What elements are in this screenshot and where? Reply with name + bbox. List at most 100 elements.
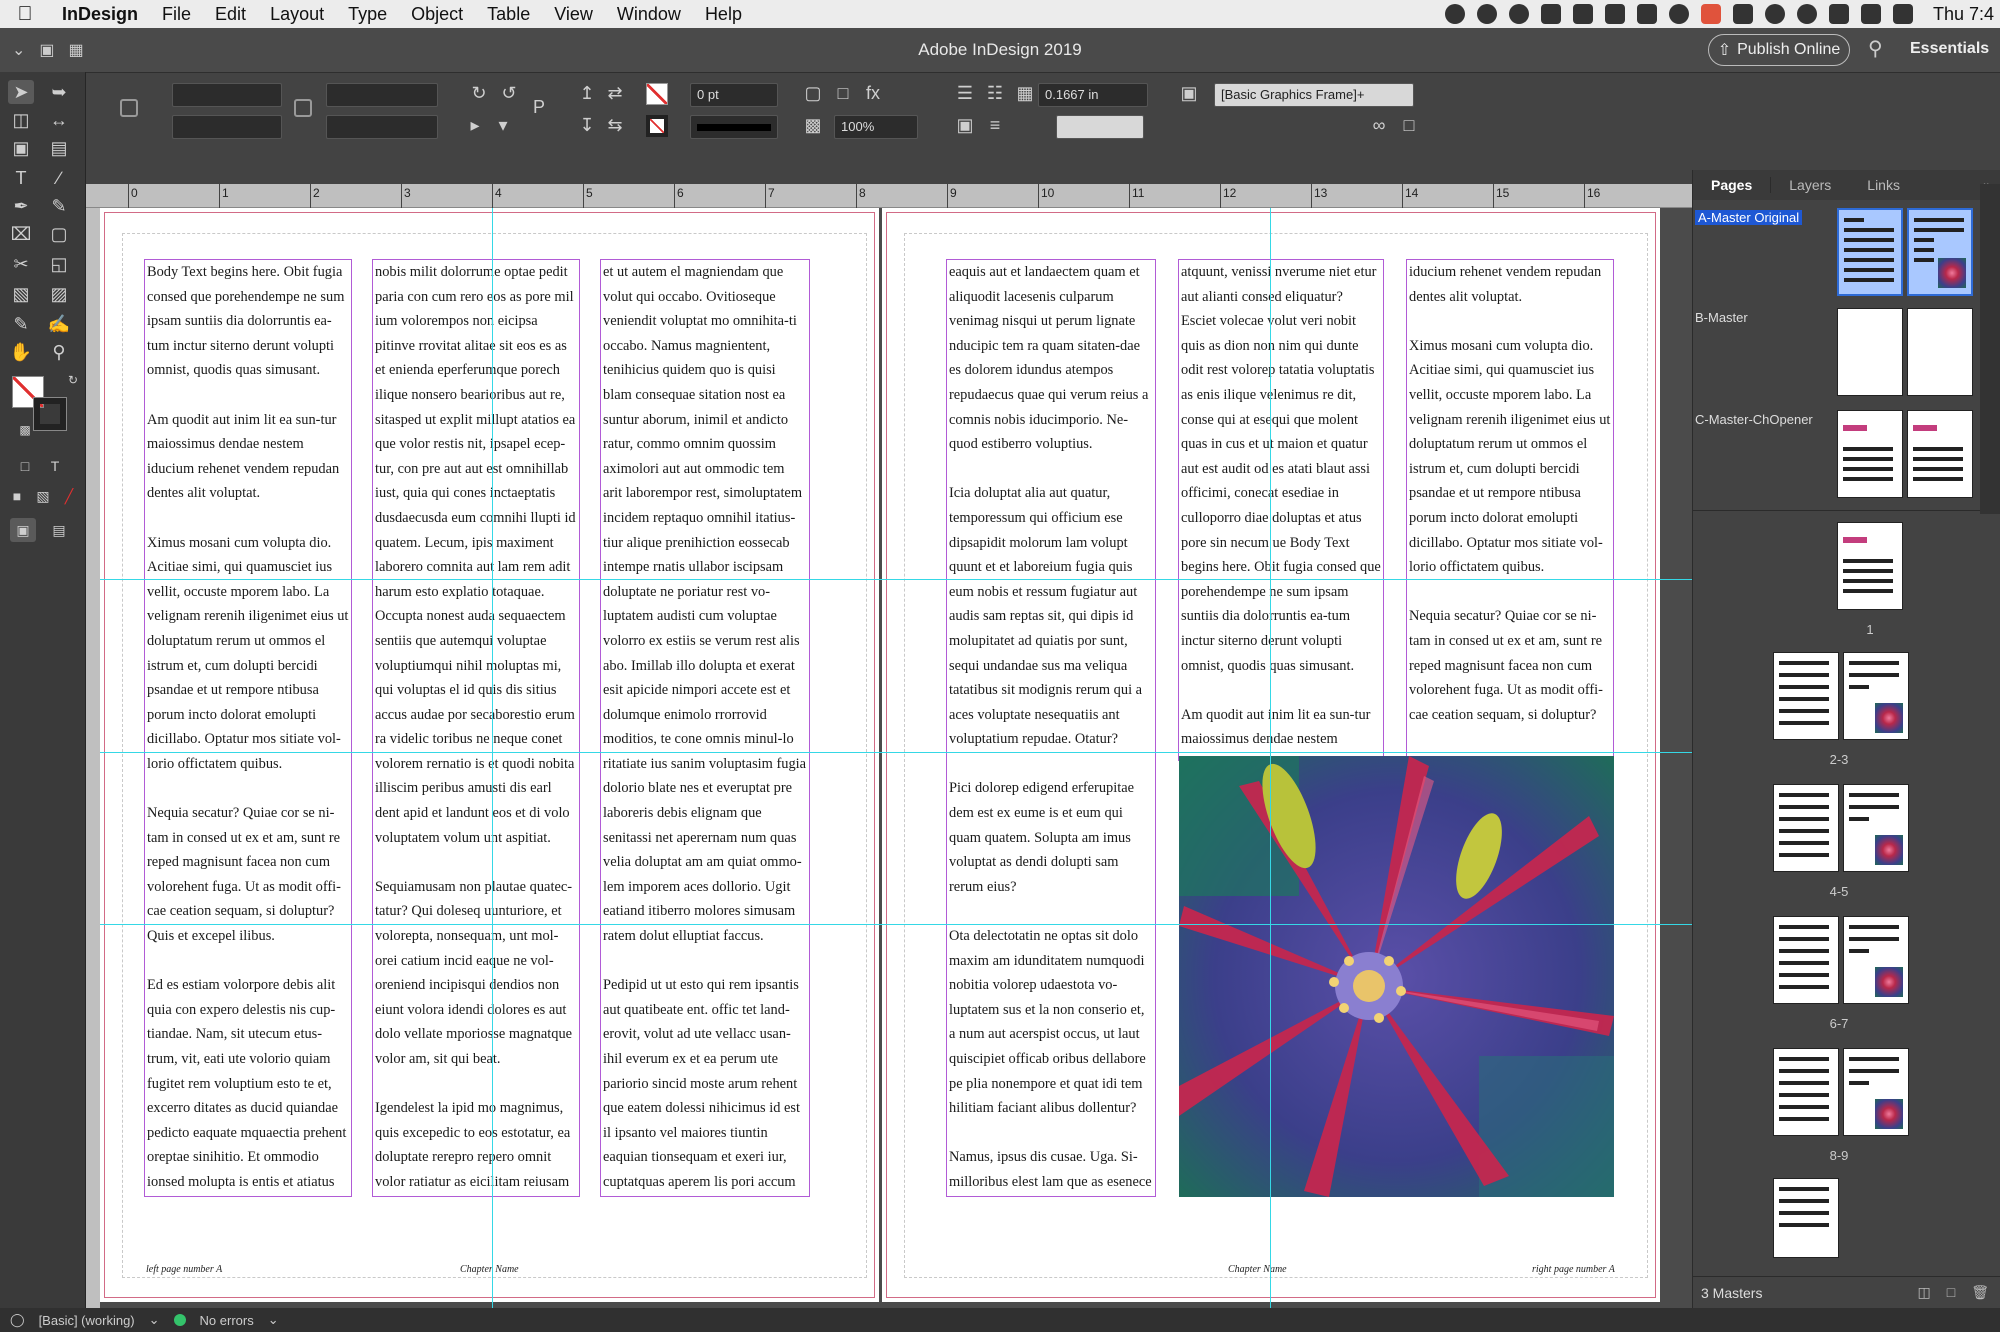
fitting-icon[interactable]: ▢ [800, 81, 826, 105]
page-tool-icon[interactable]: ◫ [8, 108, 34, 132]
document-page-thumb[interactable] [1843, 652, 1909, 740]
fill-swatch[interactable] [646, 83, 668, 105]
vertical-scrollbar[interactable] [1980, 184, 2000, 514]
page-10-thumb[interactable] [1773, 1178, 1839, 1258]
text-frame-col1[interactable]: Body Text begins here. Obit fugia consed… [144, 259, 352, 1197]
spread-4-5-thumb[interactable] [1773, 784, 1909, 872]
new-page-icon[interactable]: □ [1947, 1284, 1955, 1301]
chevron-down-icon[interactable]: ⌄ [149, 1312, 160, 1328]
gradient-swatch-tool-icon[interactable]: ▧ [8, 282, 34, 306]
stroke-type-field[interactable] [690, 115, 778, 139]
menu-type[interactable]: Type [336, 4, 399, 25]
page-1-thumb[interactable] [1837, 522, 1903, 610]
trash-icon[interactable]: 🗑 [1971, 1284, 1989, 1301]
publish-online-button[interactable]: ⇧ Publish Online [1708, 34, 1850, 66]
frame-style-icon[interactable]: ▣ [1176, 81, 1202, 105]
adobe-cc-icon[interactable] [1700, 4, 1721, 24]
lightbulb-icon[interactable]: ⚲ [1868, 36, 1883, 61]
preflight-profile[interactable]: [Basic] (working) [39, 1313, 135, 1328]
text-frame-col1[interactable]: eaquis aut et landaectem quam et aliquod… [946, 259, 1156, 1197]
opacity-icon[interactable]: ▩ [800, 113, 826, 137]
reference-point-icon[interactable] [120, 99, 138, 117]
normal-view-icon[interactable]: ▣ [10, 518, 36, 542]
menu-help[interactable]: Help [693, 4, 754, 25]
workspace-switcher[interactable]: Essentials [1910, 40, 1989, 58]
opacity-field[interactable]: 100% [834, 115, 918, 139]
content-collector-icon[interactable]: ▣ [8, 136, 34, 160]
document-page-thumb[interactable] [1773, 916, 1839, 1004]
constrain-proportions-icon[interactable] [294, 99, 312, 117]
corner-icon[interactable]: ▦ [1012, 81, 1038, 105]
ruler-guide[interactable] [100, 924, 1692, 925]
menu-edit[interactable]: Edit [203, 4, 258, 25]
x-field[interactable] [172, 83, 282, 107]
fitting-icon[interactable]: □ [830, 81, 856, 105]
vertical-ruler[interactable] [86, 208, 100, 1308]
document-page-thumb[interactable] [1773, 1178, 1839, 1258]
tray-icon[interactable] [1540, 4, 1561, 24]
document-page-thumb[interactable] [1773, 1048, 1839, 1136]
text-frame-col2[interactable]: atquunt, venissi nverume niet etur aut a… [1178, 259, 1384, 761]
tab-pages[interactable]: Pages [1693, 177, 1772, 193]
apply-color-icon[interactable]: ■ [4, 484, 30, 508]
preflight-errors[interactable]: No errors [200, 1313, 254, 1328]
select-content-icon[interactable]: ↧ [574, 113, 600, 137]
text-frame-col3[interactable]: iducium rehenet vendem repudan dentes al… [1406, 259, 1614, 761]
flip-vertical-icon[interactable]: ▾ [490, 113, 516, 137]
ruler-guide[interactable] [100, 752, 1692, 753]
stroke-weight-field[interactable]: 0 pt [690, 83, 778, 107]
rotate-icon[interactable]: ↻ [466, 81, 492, 105]
align-icon[interactable]: ▣ [952, 113, 978, 137]
document-page-thumb[interactable] [1837, 522, 1903, 610]
distribute-icon[interactable]: ≡ [982, 113, 1008, 137]
master-b-thumbs[interactable] [1837, 308, 1973, 396]
panel-divider[interactable] [1693, 510, 2000, 511]
content-placer-icon[interactable]: ▤ [46, 136, 72, 160]
free-transform-tool-icon[interactable]: ◱ [46, 252, 72, 276]
master-page-thumb[interactable] [1907, 308, 1973, 396]
gap-tool-icon[interactable]: ↔ [46, 108, 72, 132]
preflight-icon[interactable]: ◯ [10, 1312, 25, 1328]
master-page-thumb[interactable] [1907, 208, 1973, 296]
align-icon[interactable]: ☰ [952, 81, 978, 105]
wifi-icon[interactable] [1828, 4, 1849, 24]
selection-tool-icon[interactable]: ➤ [8, 80, 34, 104]
y-field[interactable] [172, 115, 282, 139]
text-frame-col3[interactable]: et ut autem el magniendam que volut qui … [600, 259, 810, 1197]
menu-view[interactable]: View [542, 4, 605, 25]
rotate-ccw-icon[interactable]: ↺ [496, 81, 522, 105]
tray-icon[interactable] [1604, 4, 1625, 24]
pasteboard[interactable]: Body Text begins here. Obit fugia consed… [100, 208, 1692, 1308]
offset-field[interactable]: 0.1667 in [1038, 83, 1148, 107]
rectangle-tool-icon[interactable]: ▢ [46, 222, 72, 246]
ruler-guide[interactable] [492, 208, 493, 1308]
chevron-down-icon[interactable]: ⌄ [268, 1312, 279, 1328]
pen-tool-icon[interactable]: ✒ [8, 194, 34, 218]
select-next-icon[interactable]: ⇆ [602, 113, 628, 137]
menu-app-name[interactable]: InDesign [50, 4, 150, 25]
frame-icon[interactable]: □ [1396, 113, 1422, 137]
formatting-text-icon[interactable]: T [42, 454, 68, 478]
bluetooth-icon[interactable] [1796, 4, 1817, 24]
volume-icon[interactable] [1860, 4, 1881, 24]
width-field[interactable] [326, 83, 438, 107]
master-page-thumb[interactable] [1837, 410, 1903, 498]
stroke-swatch[interactable] [646, 115, 668, 137]
document-page-thumb[interactable] [1843, 784, 1909, 872]
menu-table[interactable]: Table [475, 4, 542, 25]
link-icon[interactable]: ∞ [1366, 113, 1392, 137]
select-container-icon[interactable]: ↥ [574, 81, 600, 105]
master-page-thumb[interactable] [1837, 208, 1903, 296]
corner-shape-field[interactable] [1056, 115, 1144, 139]
master-page-thumb[interactable] [1837, 308, 1903, 396]
display-icon[interactable] [1892, 4, 1913, 24]
page-size-icon[interactable]: ◫ [1918, 1284, 1931, 1301]
document-page-thumb[interactable] [1843, 1048, 1909, 1136]
align-icon[interactable]: ☷ [982, 81, 1008, 105]
document-page-thumb[interactable] [1773, 652, 1839, 740]
scissors-tool-icon[interactable]: ✂ [8, 252, 34, 276]
direct-selection-tool-icon[interactable]: ➥ [46, 80, 72, 104]
tray-icon[interactable] [1732, 4, 1753, 24]
stroke-color-swatch[interactable] [33, 397, 67, 431]
menu-window[interactable]: Window [605, 4, 693, 25]
